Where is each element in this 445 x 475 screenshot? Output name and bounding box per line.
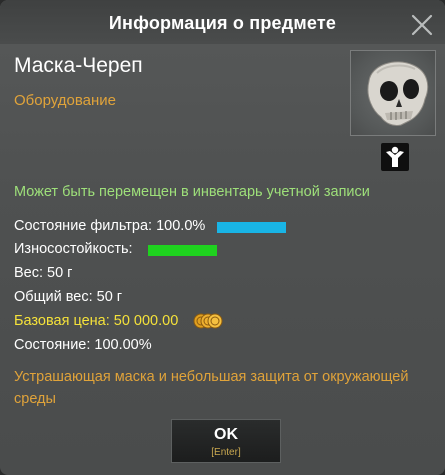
filter-bar [217, 222, 286, 233]
ok-hint: [Enter] [211, 447, 241, 458]
close-icon[interactable] [409, 12, 435, 38]
item-name: Маска-Череп [14, 54, 143, 77]
durability-bar-fill [148, 245, 217, 256]
total-weight-stat: Общий вес: 50 г [14, 289, 122, 305]
weight-stat: Вес: 50 г [14, 265, 72, 281]
durability-label: Износостойкость: [14, 241, 133, 257]
condition-label: Состояние: [14, 337, 91, 353]
total-weight-label: Общий вес: [14, 289, 93, 305]
durability-stat: Износостойкость: [14, 241, 133, 257]
ok-label: OK [214, 426, 238, 443]
total-weight-value: 50 г [96, 289, 123, 305]
coins-icon [193, 313, 223, 329]
filter-value: 100.0% [156, 218, 206, 234]
ok-button[interactable]: OK [Enter] [171, 419, 281, 463]
filter-bar-fill [217, 222, 286, 233]
title-bar: Информация о предмете [0, 0, 445, 44]
item-info-window: Информация о предмете Маска-Череп Оборуд… [0, 0, 445, 475]
item-category: Оборудование [14, 92, 117, 109]
condition-value: 100.00% [94, 337, 152, 353]
item-description: Устрашающая маска и небольшая защита от … [14, 369, 409, 407]
window-title: Информация о предмете [108, 13, 337, 33]
transfer-note: Может быть перемещен в инвентарь учетной… [14, 184, 370, 200]
price-value: 50 000.00 [113, 313, 179, 329]
weight-value: 50 г [47, 265, 73, 281]
skull-mask-icon [350, 50, 436, 136]
filter-label: Состояние фильтра: [14, 218, 153, 234]
price-label: Базовая цена: [14, 313, 110, 329]
price-stat: Базовая цена: 50 000.00 [14, 313, 178, 329]
condition-stat: Состояние: 100.00% [14, 337, 152, 353]
weight-label: Вес: [14, 265, 44, 281]
person-icon [381, 143, 409, 171]
durability-bar [148, 245, 217, 256]
filter-stat: Состояние фильтра: 100.0% [14, 218, 205, 234]
